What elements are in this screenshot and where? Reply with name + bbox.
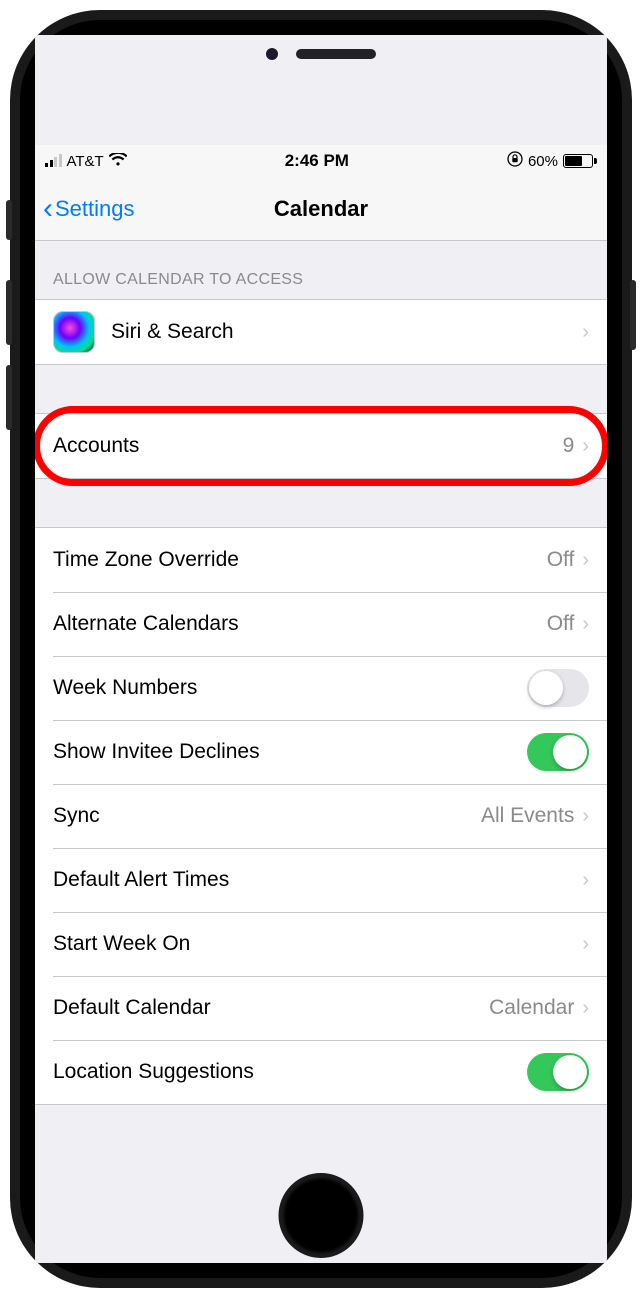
toggle-week-numbers[interactable] bbox=[527, 669, 589, 707]
row-value: Off bbox=[547, 612, 575, 636]
row-label: Accounts bbox=[53, 434, 563, 458]
row-value: Calendar bbox=[489, 996, 574, 1020]
mute-switch bbox=[6, 200, 12, 240]
row-label: Start Week On bbox=[53, 932, 582, 956]
row-label: Alternate Calendars bbox=[53, 612, 547, 636]
row-week-numbers[interactable]: Week Numbers bbox=[35, 656, 607, 720]
power-button bbox=[630, 280, 636, 350]
row-label: Show Invitee Declines bbox=[53, 740, 527, 764]
clock: 2:46 PM bbox=[285, 151, 349, 171]
row-label: Sync bbox=[53, 804, 481, 828]
chevron-right-icon: › bbox=[582, 321, 589, 344]
row-value: 9 bbox=[563, 434, 575, 458]
row-label: Week Numbers bbox=[53, 676, 527, 700]
row-default-calendar[interactable]: Default Calendar Calendar › bbox=[35, 976, 607, 1040]
volume-down-button bbox=[6, 365, 12, 430]
row-default-alert-times[interactable]: Default Alert Times › bbox=[35, 848, 607, 912]
status-bar: AT&T 2:46 PM 60% bbox=[35, 145, 607, 177]
row-accounts[interactable]: Accounts 9 › bbox=[35, 414, 607, 478]
toggle-location-suggestions[interactable] bbox=[527, 1053, 589, 1091]
wifi-icon bbox=[109, 153, 127, 170]
row-label: Time Zone Override bbox=[53, 548, 547, 572]
section-header-access: ALLOW CALENDAR TO ACCESS bbox=[35, 241, 607, 299]
row-sync[interactable]: Sync All Events › bbox=[35, 784, 607, 848]
phone-sensors bbox=[266, 48, 376, 60]
chevron-right-icon: › bbox=[582, 997, 589, 1020]
chevron-right-icon: › bbox=[582, 613, 589, 636]
home-button[interactable] bbox=[279, 1173, 364, 1258]
page-title: Calendar bbox=[274, 196, 368, 222]
group-access: Siri & Search › bbox=[35, 299, 607, 365]
screen: AT&T 2:46 PM 60% bbox=[35, 35, 607, 1263]
front-camera bbox=[266, 48, 278, 60]
chevron-right-icon: › bbox=[582, 933, 589, 956]
battery-icon bbox=[563, 154, 597, 168]
orientation-lock-icon bbox=[507, 151, 523, 171]
row-value: Off bbox=[547, 548, 575, 572]
battery-percent: 60% bbox=[528, 153, 558, 170]
row-time-zone-override[interactable]: Time Zone Override Off › bbox=[35, 528, 607, 592]
settings-content: ALLOW CALENDAR TO ACCESS Siri & Search › bbox=[35, 241, 607, 1148]
row-location-suggestions[interactable]: Location Suggestions bbox=[35, 1040, 607, 1104]
row-start-week-on[interactable]: Start Week On › bbox=[35, 912, 607, 976]
nav-bar: ‹ Settings Calendar bbox=[35, 177, 607, 241]
row-show-invitee-declines[interactable]: Show Invitee Declines bbox=[35, 720, 607, 784]
chevron-right-icon: › bbox=[582, 805, 589, 828]
row-label: Location Suggestions bbox=[53, 1060, 527, 1084]
chevron-right-icon: › bbox=[582, 869, 589, 892]
chevron-right-icon: › bbox=[582, 549, 589, 572]
signal-strength-icon bbox=[45, 155, 62, 167]
row-value: All Events bbox=[481, 804, 574, 828]
siri-icon bbox=[53, 311, 95, 353]
earpiece-speaker bbox=[296, 49, 376, 59]
group-calendar-settings: Time Zone Override Off › Alternate Calen… bbox=[35, 527, 607, 1105]
row-siri-search[interactable]: Siri & Search › bbox=[35, 300, 607, 364]
row-alternate-calendars[interactable]: Alternate Calendars Off › bbox=[35, 592, 607, 656]
row-label: Default Alert Times bbox=[53, 868, 582, 892]
chevron-right-icon: › bbox=[582, 435, 589, 458]
chevron-left-icon: ‹ bbox=[43, 194, 53, 224]
row-label: Default Calendar bbox=[53, 996, 489, 1020]
back-label: Settings bbox=[55, 196, 135, 222]
carrier-label: AT&T bbox=[67, 153, 104, 170]
volume-up-button bbox=[6, 280, 12, 345]
phone-frame: AT&T 2:46 PM 60% bbox=[10, 10, 632, 1288]
row-label: Siri & Search bbox=[111, 320, 582, 344]
back-button[interactable]: ‹ Settings bbox=[43, 194, 135, 224]
group-accounts: Accounts 9 › bbox=[35, 413, 607, 479]
toggle-show-invitee-declines[interactable] bbox=[527, 733, 589, 771]
